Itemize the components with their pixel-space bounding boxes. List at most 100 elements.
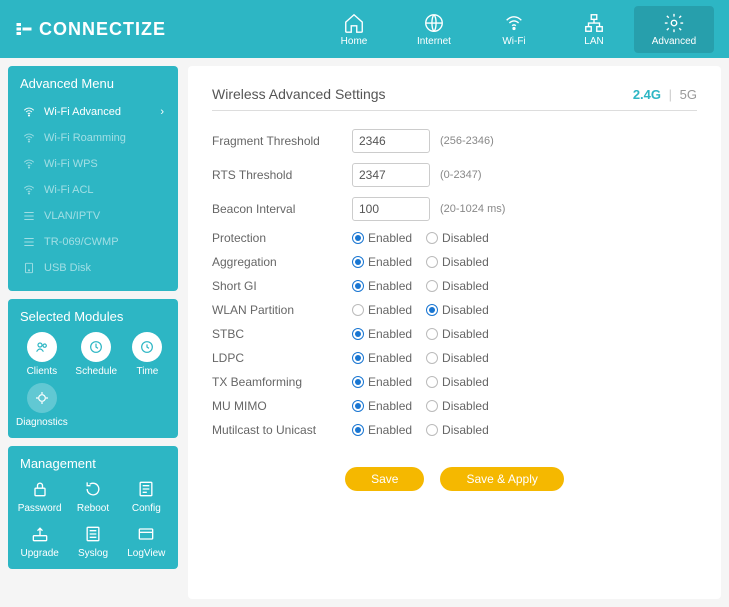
radio-dot-icon [352,400,364,412]
radio-dot-icon [426,256,438,268]
radio-enabled[interactable]: Enabled [352,375,412,389]
save-button[interactable]: Save [345,467,424,491]
input-fragment[interactable] [352,129,430,153]
radio-dot-icon [426,328,438,340]
hint-fragment: (256-2346) [440,135,494,147]
radio-disabled[interactable]: Disabled [426,303,489,317]
radio-disabled[interactable]: Disabled [426,399,489,413]
wifi-icon [503,12,525,34]
module-icon-circle [27,332,57,362]
panel-title: Management [16,456,170,471]
radio-dot-icon [352,232,364,244]
radio-dot-icon [426,376,438,388]
sidebar-item-tr-069-cwmp[interactable]: TR-069/CWMP [16,229,170,255]
mgmt-password[interactable]: Password [16,479,63,514]
reboot-icon [83,479,103,499]
gear-icon [663,12,685,34]
top-nav: Home Internet Wi-Fi LAN Advanced [314,6,714,53]
lan-icon [583,12,605,34]
radio-label: TX Beamforming [212,375,352,389]
band-tab-24g[interactable]: 2.4G [633,87,661,102]
band-tab-5g[interactable]: 5G [680,87,697,102]
nav-label: Internet [417,36,451,47]
config-icon [136,479,156,499]
mgmt-label: Password [18,503,62,514]
radio-text: Enabled [368,255,412,269]
radio-enabled[interactable]: Enabled [352,231,412,245]
advanced-menu-panel: Advanced Menu Wi-Fi Advanced›Wi-Fi Roamm… [8,66,178,291]
mgmt-logview[interactable]: LogView [123,524,170,559]
radio-dot-icon [426,232,438,244]
radio-dot-icon [426,424,438,436]
nav-internet[interactable]: Internet [394,6,474,53]
module-label: Clients [27,366,58,377]
save-apply-button[interactable]: Save & Apply [440,467,563,491]
nav-lan[interactable]: LAN [554,6,634,53]
radio-text: Disabled [442,231,489,245]
radio-disabled[interactable]: Disabled [426,279,489,293]
nav-wifi[interactable]: Wi-Fi [474,6,554,53]
sidebar-item-label: USB Disk [44,262,91,274]
radio-label: WLAN Partition [212,303,352,317]
radio-text: Disabled [442,399,489,413]
sidebar-item-vlan-iptv[interactable]: VLAN/IPTV [16,203,170,229]
globe-icon [423,12,445,34]
radio-disabled[interactable]: Disabled [426,351,489,365]
module-time[interactable]: Time [125,332,170,377]
radio-enabled[interactable]: Enabled [352,423,412,437]
nav-home[interactable]: Home [314,6,394,53]
radio-enabled[interactable]: Enabled [352,279,412,293]
radio-disabled[interactable]: Disabled [426,327,489,341]
row-mu-mimo: MU MIMOEnabledDisabled [212,399,697,413]
radio-text: Enabled [368,351,412,365]
radio-label: Aggregation [212,255,352,269]
mgmt-label: Syslog [78,548,108,559]
radio-text: Enabled [368,399,412,413]
sidebar-item-wi-fi-wps[interactable]: Wi-Fi WPS [16,151,170,177]
nav-label: Home [341,36,368,47]
main-content: Wireless Advanced Settings 2.4G | 5G Fra… [188,66,721,599]
sidebar-item-label: Wi-Fi ACL [44,184,94,196]
radio-disabled[interactable]: Disabled [426,231,489,245]
nav-label: LAN [584,36,603,47]
label-fragment: Fragment Threshold [212,134,352,148]
sidebar-item-usb-disk[interactable]: USB Disk [16,255,170,281]
module-diagnostics[interactable]: Diagnostics [16,383,68,428]
sidebar-item-label: Wi-Fi WPS [44,158,98,170]
radio-text: Disabled [442,375,489,389]
sidebar-item-wi-fi-advanced[interactable]: Wi-Fi Advanced› [16,99,170,125]
mgmt-upgrade[interactable]: Upgrade [16,524,63,559]
mgmt-config[interactable]: Config [123,479,170,514]
radio-enabled[interactable]: Enabled [352,351,412,365]
input-beacon[interactable] [352,197,430,221]
radio-text: Enabled [368,303,412,317]
radio-group: Enabled Disabled [352,399,489,413]
selected-modules-panel: Selected Modules ClientsScheduleTimeDiag… [8,299,178,438]
radio-dot-icon [426,352,438,364]
mgmt-syslog[interactable]: Syslog [69,524,116,559]
radio-disabled[interactable]: Disabled [426,375,489,389]
sidebar-item-wi-fi-roamming[interactable]: Wi-Fi Roamming [16,125,170,151]
radio-label: Mutilcast to Unicast [212,423,352,437]
nav-label: Wi-Fi [502,36,525,47]
upgrade-icon [30,524,50,544]
home-icon [343,12,365,34]
radio-enabled[interactable]: Enabled [352,399,412,413]
module-icon-circle [81,332,111,362]
radio-disabled[interactable]: Disabled [426,255,489,269]
radio-disabled[interactable]: Disabled [426,423,489,437]
radio-enabled[interactable]: Enabled [352,255,412,269]
radio-dot-icon [426,400,438,412]
radio-label: LDPC [212,351,352,365]
radio-enabled[interactable]: Enabled [352,327,412,341]
radio-text: Disabled [442,351,489,365]
row-rts: RTS Threshold (0-2347) [212,163,697,187]
module-clients[interactable]: Clients [16,332,68,377]
nav-advanced[interactable]: Advanced [634,6,714,53]
sidebar-item-wi-fi-acl[interactable]: Wi-Fi ACL [16,177,170,203]
mgmt-reboot[interactable]: Reboot [69,479,116,514]
radio-enabled[interactable]: Enabled [352,303,412,317]
radio-group: Enabled Disabled [352,327,489,341]
module-schedule[interactable]: Schedule [74,332,119,377]
input-rts[interactable] [352,163,430,187]
